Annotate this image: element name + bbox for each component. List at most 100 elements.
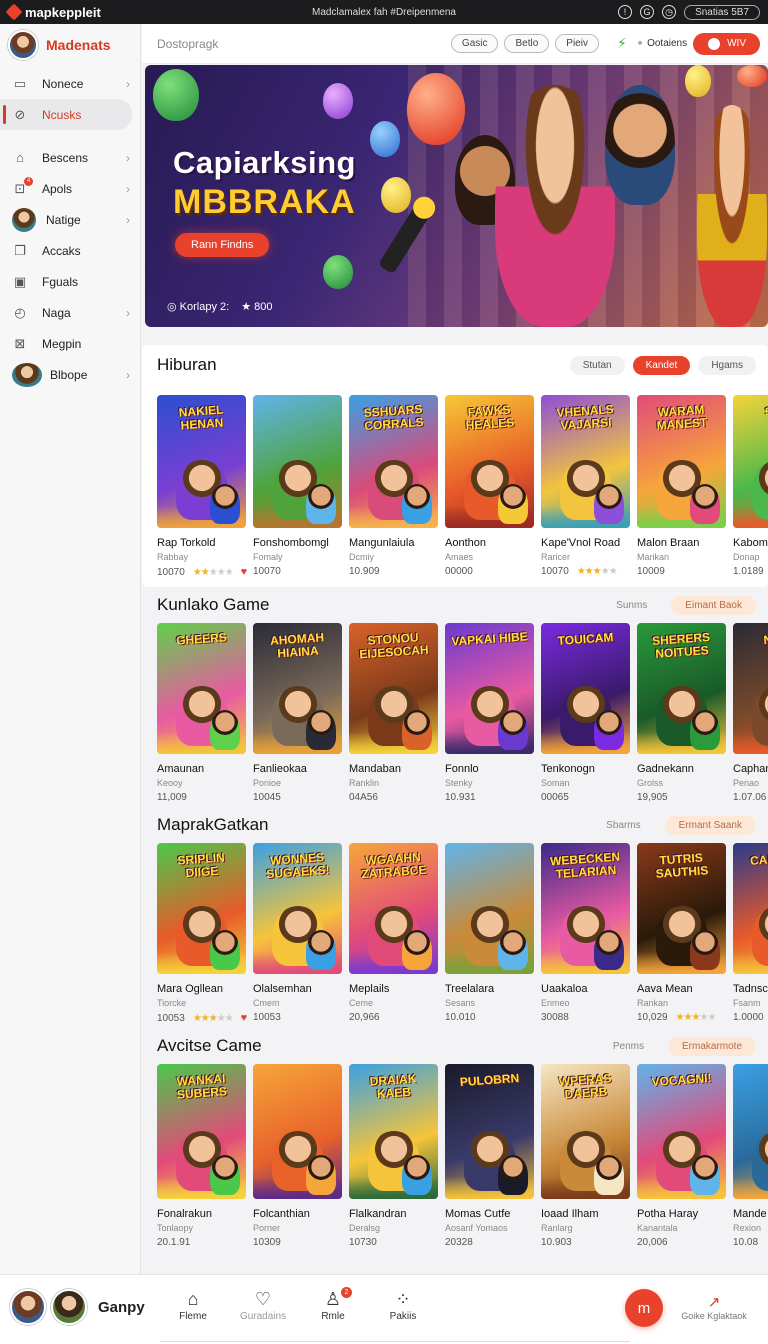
see-all-link[interactable]: Sunms: [616, 600, 647, 611]
game-card[interactable]: NISV Caphan Penao 1.07.06: [733, 623, 768, 803]
sidebar-item-natige[interactable]: Natige ›: [0, 204, 140, 235]
game-cover-image[interactable]: NAKIEL HENAN: [157, 395, 246, 528]
game-card[interactable]: WARAM MANEST Malon Braan Marikan 10009: [637, 395, 726, 578]
game-card[interactable]: Fonshombomgl Fomaly 10070: [253, 395, 342, 578]
game-card[interactable]: TUTRIS SAUTHIS Aava Mean Rankan 10,029 ★★★★★: [637, 843, 726, 1024]
game-card[interactable]: CAI AELL Tadnsc Fsanm 1.0000: [733, 843, 768, 1024]
bottom-nav-pakiis[interactable]: ⁘ Pakiis: [380, 1289, 426, 1322]
game-cover-image[interactable]: NISV: [733, 623, 768, 754]
info-icon[interactable]: !: [618, 5, 633, 19]
timer-icon[interactable]: ◷: [662, 5, 677, 19]
sidebar-item-naga[interactable]: ◴ Naga ›: [0, 297, 140, 328]
see-all-link[interactable]: Penms: [613, 1041, 644, 1052]
section-action-button[interactable]: Ermant Saank: [664, 815, 756, 835]
game-card[interactable]: SUB Kabom Donap 1.0189: [733, 395, 768, 578]
game-cover-image[interactable]: DRAIAK KAEB: [349, 1064, 438, 1199]
sidebar-item-ncusks[interactable]: ⊘ Ncusks: [0, 99, 132, 130]
game-card[interactable]: TOUICAM Tenkonogn Soman 00065: [541, 623, 630, 803]
game-cover-image[interactable]: WPERAS DAERB: [541, 1064, 630, 1199]
game-card[interactable]: GHEERS Amaunan Keooy 11,009: [157, 623, 246, 803]
game-cover-image[interactable]: VHENALS VAJARSI: [541, 395, 630, 528]
game-card[interactable]: FAWKS HEALES Aonthon Amaes 00000: [445, 395, 534, 578]
favorite-heart-icon[interactable]: ♥: [241, 566, 248, 578]
share-button[interactable]: ↗ Goike Kglaktaok: [676, 1293, 752, 1321]
game-card[interactable]: PULOBRN Momas Cutfe Aosanf Yomaos 20328: [445, 1064, 534, 1248]
see-all-link[interactable]: Sbarms: [606, 820, 640, 831]
filter-chip[interactable]: Pieiv: [555, 34, 599, 53]
game-card[interactable]: WANKAI SUBERS Fonalrakun Tonlaopy 20.1.91: [157, 1064, 246, 1248]
bottom-nav-fleme[interactable]: ⌂ Fleme: [170, 1289, 216, 1322]
game-card[interactable]: AHOMAH HIAINA Fanlieokaa Ponioe 10045: [253, 623, 342, 803]
game-cover-image[interactable]: WEBECKEN TELARIAN: [541, 843, 630, 974]
section-action-button[interactable]: Eimant Baok: [671, 595, 756, 615]
game-card[interactable]: Mande Rexion 10.08: [733, 1064, 768, 1248]
sidebar-item-apols[interactable]: ⊡ 4 Apols ›: [0, 173, 140, 204]
game-card[interactable]: VHENALS VAJARSI Kape'Vnol Road Raricer 1007…: [541, 395, 630, 578]
hero-play-button[interactable]: Rann Findns: [175, 233, 270, 257]
sidebar-item-nonece[interactable]: ▭ Nonece ›: [0, 68, 140, 99]
section-tab[interactable]: Hgams: [698, 355, 756, 375]
game-cover-image[interactable]: [445, 843, 534, 974]
hero-banner[interactable]: Capiarksing MBBRAKA Rann Findns ◎ Korlap…: [145, 65, 768, 327]
game-cover-image[interactable]: VOCAGNI!: [637, 1064, 726, 1199]
search-input[interactable]: Dostopragk: [157, 37, 218, 51]
bottom-nav-guradains[interactable]: ♡ Guradains: [240, 1289, 286, 1322]
game-card[interactable]: SHERERS NOITUES Gadnekann Grolss 19,905: [637, 623, 726, 803]
game-card[interactable]: SRIPLIN DIIGE Mara Ogllean Tiorcke 10053 ★★★…: [157, 843, 248, 1024]
google-icon[interactable]: G: [640, 5, 655, 19]
sidebar-item-accaks[interactable]: ❐ Accaks: [0, 235, 140, 266]
section-action-button[interactable]: Ermakarmote: [667, 1036, 756, 1056]
game-cover-image[interactable]: SRIPLIN DIIGE: [157, 843, 246, 974]
game-cover-image[interactable]: CAI AELL: [733, 843, 768, 974]
section-tab[interactable]: Stutan: [569, 355, 625, 375]
game-card[interactable]: DRAIAK KAEB Flalkandran Deralsg 10730: [349, 1064, 438, 1248]
app-logo[interactable]: mapkeppleit: [5, 3, 101, 21]
game-card[interactable]: Treelalara Sesans 10.010: [445, 843, 534, 1024]
status-pill[interactable]: Snatias 5B7: [684, 4, 760, 20]
game-card[interactable]: SSHUARS CORRALS Mangunlaiula Dcmiy 10.909: [349, 395, 438, 578]
section-tab[interactable]: Kandet: [632, 355, 691, 375]
game-cover-image[interactable]: TUTRIS SAUTHIS: [637, 843, 726, 974]
wiv-button[interactable]: WIV: [693, 32, 760, 55]
game-cover-image[interactable]: SUB: [733, 395, 768, 528]
game-cover-image[interactable]: GHEERS: [157, 623, 246, 754]
game-cover-image[interactable]: SHERERS NOITUES: [637, 623, 726, 754]
game-cover-image[interactable]: [733, 1064, 768, 1199]
filter-chip[interactable]: Betlo: [504, 34, 550, 53]
game-card[interactable]: WONNES SUGAEKS! Olalsemhan Cmem 10053: [253, 843, 342, 1024]
game-cover-image[interactable]: [253, 395, 342, 528]
game-cover-image[interactable]: PULOBRN: [445, 1064, 534, 1199]
favorite-heart-icon[interactable]: ♥: [241, 1012, 248, 1024]
game-cover-image[interactable]: SSHUARS CORRALS: [349, 395, 438, 528]
game-card[interactable]: WPERAS DAERB Ioaad Ilham Ranlarg 10.903: [541, 1064, 630, 1248]
game-card[interactable]: Folcanthian Porner 10309: [253, 1064, 342, 1248]
game-cover-image[interactable]: WONNES SUGAEKS!: [253, 843, 342, 974]
game-card[interactable]: NAKIEL HENAN Rap Torkold Rabbay 10070 ★★★★★ ♥: [157, 395, 248, 578]
avatar[interactable]: [51, 1289, 87, 1325]
sidebar-item-blbope[interactable]: Blbope ›: [0, 359, 140, 390]
game-card[interactable]: WGAAHN ZATRABCE Meplails Ceme 20,966: [349, 843, 438, 1024]
game-cover-image[interactable]: WGAAHN ZATRABCE: [349, 843, 438, 974]
options-label[interactable]: ∘ Ootaiens: [637, 38, 687, 49]
avatar[interactable]: [10, 1289, 46, 1325]
sidebar-brand[interactable]: Madenats: [0, 24, 140, 66]
game-card[interactable]: WEBECKEN TELARIAN Uaakaloa Enmeo 30088: [541, 843, 630, 1024]
game-card[interactable]: STONOU EIJESOCAH Mandaban Ranklin 04A56: [349, 623, 438, 803]
game-cover-image[interactable]: FAWKS HEALES: [445, 395, 534, 528]
game-cover-image[interactable]: WARAM MANEST: [637, 395, 726, 528]
game-cover-image[interactable]: STONOU EIJESOCAH: [349, 623, 438, 754]
lightning-icon[interactable]: ⚡: [617, 35, 627, 52]
game-cover-image[interactable]: TOUICAM: [541, 623, 630, 754]
user-switcher[interactable]: Ganpy: [10, 1289, 145, 1325]
game-card[interactable]: VOCAGNI! Potha Haray Kanantala 20,006: [637, 1064, 726, 1248]
filter-chip[interactable]: Gasic: [450, 34, 499, 53]
avatar[interactable]: [8, 30, 38, 60]
game-cover-image[interactable]: WANKAI SUBERS: [157, 1064, 246, 1199]
sidebar-item-bescens[interactable]: ⌂ Bescens ›: [0, 142, 140, 173]
game-cover-image[interactable]: AHOMAH HIAINA: [253, 623, 342, 754]
game-cover-image[interactable]: [253, 1064, 342, 1199]
profile-fab-button[interactable]: m: [625, 1289, 663, 1327]
game-cover-image[interactable]: VAPKAI HIBE: [445, 623, 534, 754]
bottom-nav-rmle[interactable]: ♙ 2 Rmle: [310, 1287, 356, 1322]
sidebar-item-megpin[interactable]: ⊠ Megpin: [0, 328, 140, 359]
